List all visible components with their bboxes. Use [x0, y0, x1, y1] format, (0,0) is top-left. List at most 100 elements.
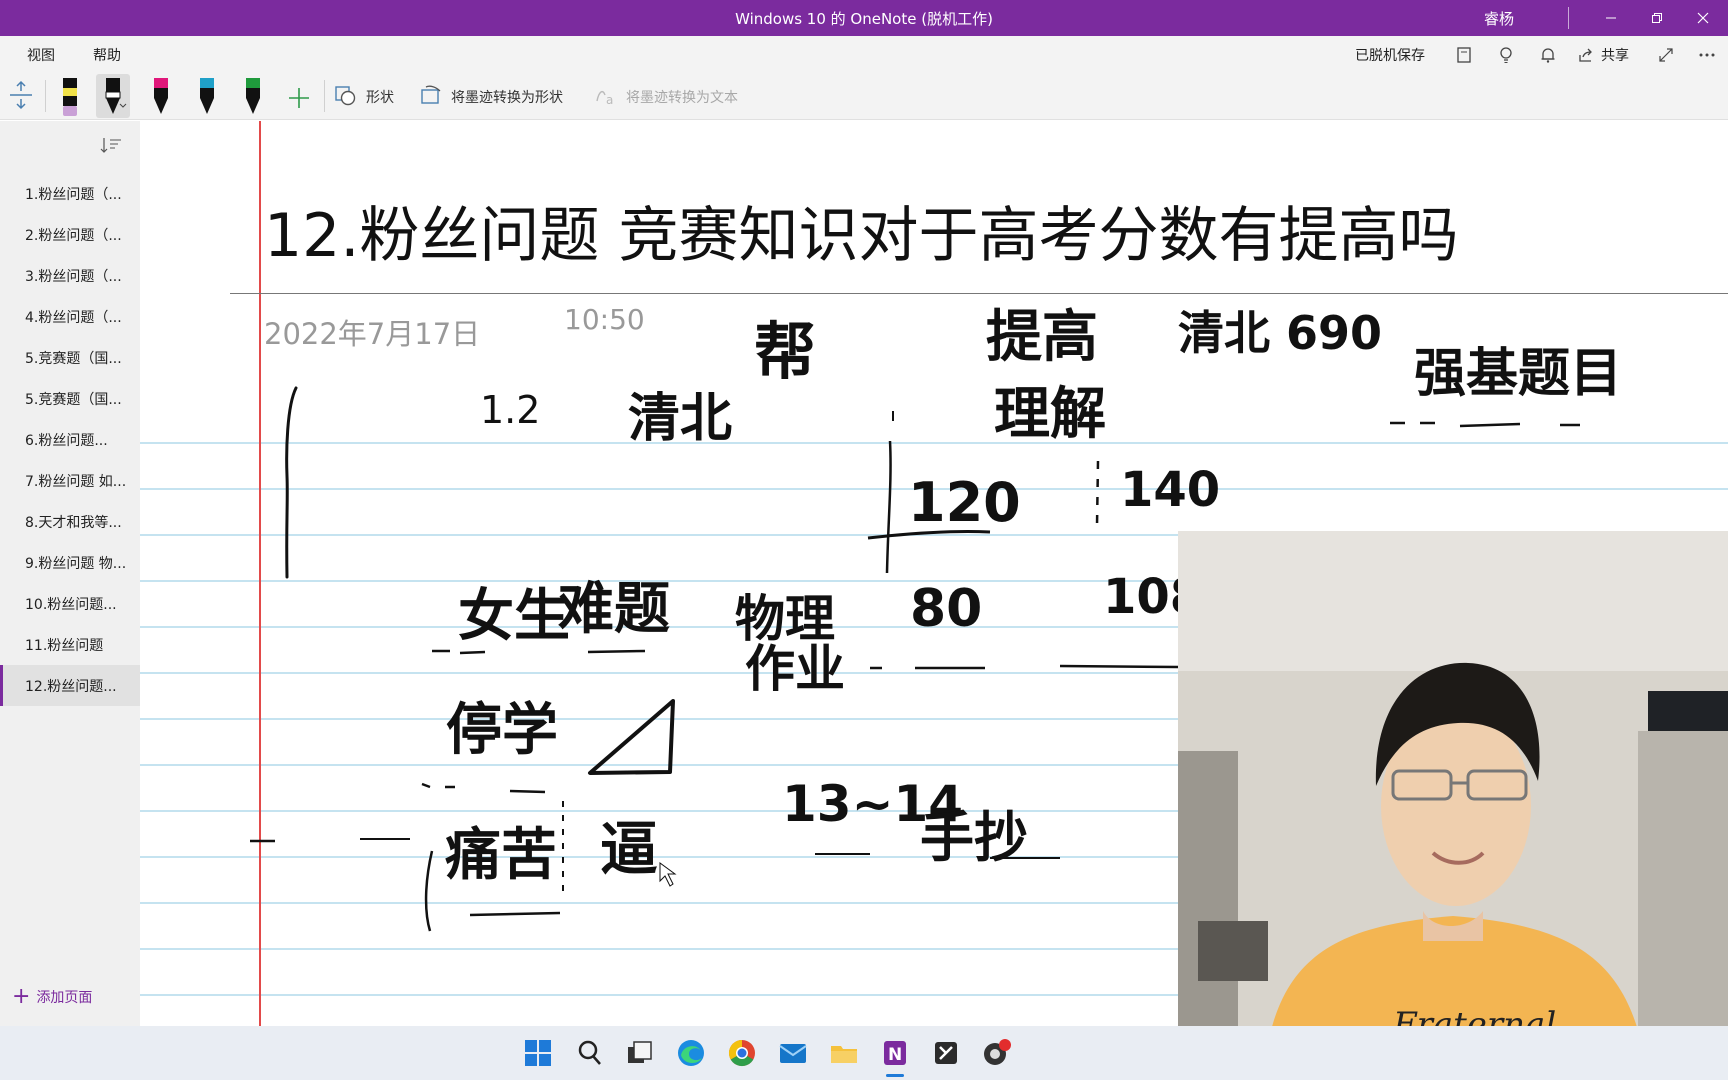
search-icon[interactable]: [574, 1037, 606, 1069]
ink-text: 强基题目: [1414, 344, 1622, 404]
ink-text: 手抄: [920, 806, 1028, 869]
ink-text: 清北 690: [1178, 306, 1382, 360]
add-pen-button[interactable]: [282, 74, 316, 118]
taskbar: N: [0, 1026, 1728, 1080]
page-item[interactable]: 8.天才和我等...: [0, 501, 140, 542]
page-item[interactable]: 11.粉丝问题: [0, 624, 140, 665]
ink-text: 逼: [600, 815, 658, 883]
page-list: 1.粉丝问题（... 2.粉丝问题（... 3.粉丝问题（... 4.粉丝问题（…: [0, 173, 140, 706]
svg-text:N: N: [888, 1045, 902, 1065]
notifications-button[interactable]: [1535, 42, 1561, 68]
ink-text: 清北: [628, 389, 732, 449]
restore-button[interactable]: [1634, 0, 1680, 36]
mail-icon[interactable]: [777, 1037, 809, 1069]
ink-to-text-icon: a: [596, 90, 613, 107]
ink-text: 痛苦: [445, 823, 557, 888]
pen-icon: [105, 78, 127, 114]
pen-icon: [246, 78, 260, 114]
page-item[interactable]: 9.粉丝问题 物...: [0, 542, 140, 583]
page-icon: [1457, 47, 1471, 63]
share-icon: [1579, 48, 1592, 62]
share-button[interactable]: 共享: [1601, 45, 1629, 65]
chrome-browser-icon[interactable]: [726, 1037, 758, 1069]
ink-text: 80: [910, 579, 982, 639]
page-item[interactable]: 5.竞赛题（国...: [0, 378, 140, 419]
menu-bar: 视图 帮助 已脱机保存 共享: [0, 36, 1728, 72]
onenote-icon[interactable]: N: [879, 1037, 911, 1069]
sort-icon[interactable]: [100, 135, 122, 155]
ink-text: 120: [908, 471, 1021, 534]
more-options-button[interactable]: [1694, 42, 1720, 68]
page-item[interactable]: 4.粉丝问题（...: [0, 296, 140, 337]
plus-icon: [289, 88, 309, 108]
bell-icon: [1541, 48, 1555, 63]
cursor-icon: [659, 862, 677, 887]
close-icon: [1697, 12, 1709, 24]
shapes-button[interactable]: 形状: [366, 87, 394, 107]
ink-text: 1.2: [480, 388, 540, 432]
share-icon-wrap[interactable]: [1573, 42, 1599, 68]
ink-text: 理解: [994, 382, 1106, 447]
plus-icon: +: [12, 984, 31, 1009]
add-space-icon: [10, 80, 32, 110]
page-list-pane: 1.粉丝问题（... 2.粉丝问题（... 3.粉丝问题（... 4.粉丝问题（…: [0, 121, 140, 1026]
pen-icon: [200, 78, 214, 114]
pen-black[interactable]: [96, 74, 130, 118]
minimize-button[interactable]: [1588, 0, 1634, 36]
ink-text: 难题: [558, 577, 670, 642]
ink-text: 女生: [458, 584, 570, 649]
ink-text: 帮: [754, 315, 816, 388]
ink-text: 作业: [745, 640, 845, 698]
pen-magenta[interactable]: [144, 74, 178, 118]
ink-text: 140: [1120, 462, 1220, 518]
webcam-overlay: Fraternal: [1178, 531, 1728, 1080]
close-button[interactable]: [1680, 0, 1726, 36]
title-bar: Windows 10 的 OneNote (脱机工作) 睿杨: [0, 0, 1728, 36]
page-item[interactable]: 7.粉丝问题 如...: [0, 460, 140, 501]
restore-icon: [1652, 13, 1662, 23]
window-title: Windows 10 的 OneNote (脱机工作): [735, 10, 993, 28]
page-item[interactable]: 1.粉丝问题（...: [0, 173, 140, 214]
ink-text: 停学: [446, 698, 558, 763]
fullscreen-button[interactable]: [1653, 42, 1679, 68]
page-button[interactable]: [1451, 42, 1477, 68]
page-item[interactable]: 5.竞赛题（国...: [0, 337, 140, 378]
toolbar-divider: [45, 80, 46, 112]
svg-text:a: a: [606, 93, 613, 107]
active-app-indicator: [886, 1074, 904, 1077]
add-space-button[interactable]: [6, 78, 40, 122]
highlighter-yellow[interactable]: [53, 74, 87, 118]
pen-green[interactable]: [236, 74, 270, 118]
ink-to-shape-icon: [421, 85, 441, 104]
ink-to-text-button[interactable]: 将墨迹转换为文本: [626, 87, 738, 107]
page-item[interactable]: 6.粉丝问题...: [0, 419, 140, 460]
task-view-icon[interactable]: [624, 1037, 656, 1069]
page-item[interactable]: 10.粉丝问题...: [0, 583, 140, 624]
page-item[interactable]: 2.粉丝问题（...: [0, 214, 140, 255]
page-item-selected[interactable]: 12.粉丝问题...: [0, 665, 140, 706]
minimize-icon: [1606, 17, 1616, 19]
windows-start-icon[interactable]: [522, 1037, 554, 1069]
lightbulb-button[interactable]: [1493, 42, 1519, 68]
highlighter-icon: [63, 78, 77, 116]
pen-cyan[interactable]: [190, 74, 224, 118]
add-page-button[interactable]: + 添加页面: [12, 984, 93, 1009]
onenote-window: Windows 10 的 OneNote (脱机工作) 睿杨 视图 帮助 已脱机…: [0, 0, 1728, 1080]
titlebar-divider: [1568, 7, 1569, 29]
ink-to-shape-button[interactable]: 将墨迹转换为形状: [451, 87, 563, 107]
menu-view[interactable]: 视图: [27, 45, 55, 65]
ink-text: 提高: [986, 305, 1098, 370]
menu-help[interactable]: 帮助: [93, 45, 121, 65]
page-item[interactable]: 3.粉丝问题（...: [0, 255, 140, 296]
user-name[interactable]: 睿杨: [1484, 8, 1514, 29]
file-explorer-icon[interactable]: [828, 1037, 860, 1069]
snipping-tool-icon[interactable]: [930, 1037, 962, 1069]
pen-icon: [154, 78, 168, 114]
add-page-label: 添加页面: [36, 990, 93, 1006]
more-icon: [1699, 53, 1715, 57]
edge-browser-icon[interactable]: [675, 1037, 707, 1069]
saved-status: 已脱机保存: [1355, 48, 1425, 64]
shapes-icon: [335, 86, 356, 106]
draw-toolbar: 形状 将墨迹转换为形状 a 将墨迹转换为文本: [0, 72, 1728, 120]
recorder-app-icon[interactable]: [981, 1037, 1013, 1069]
